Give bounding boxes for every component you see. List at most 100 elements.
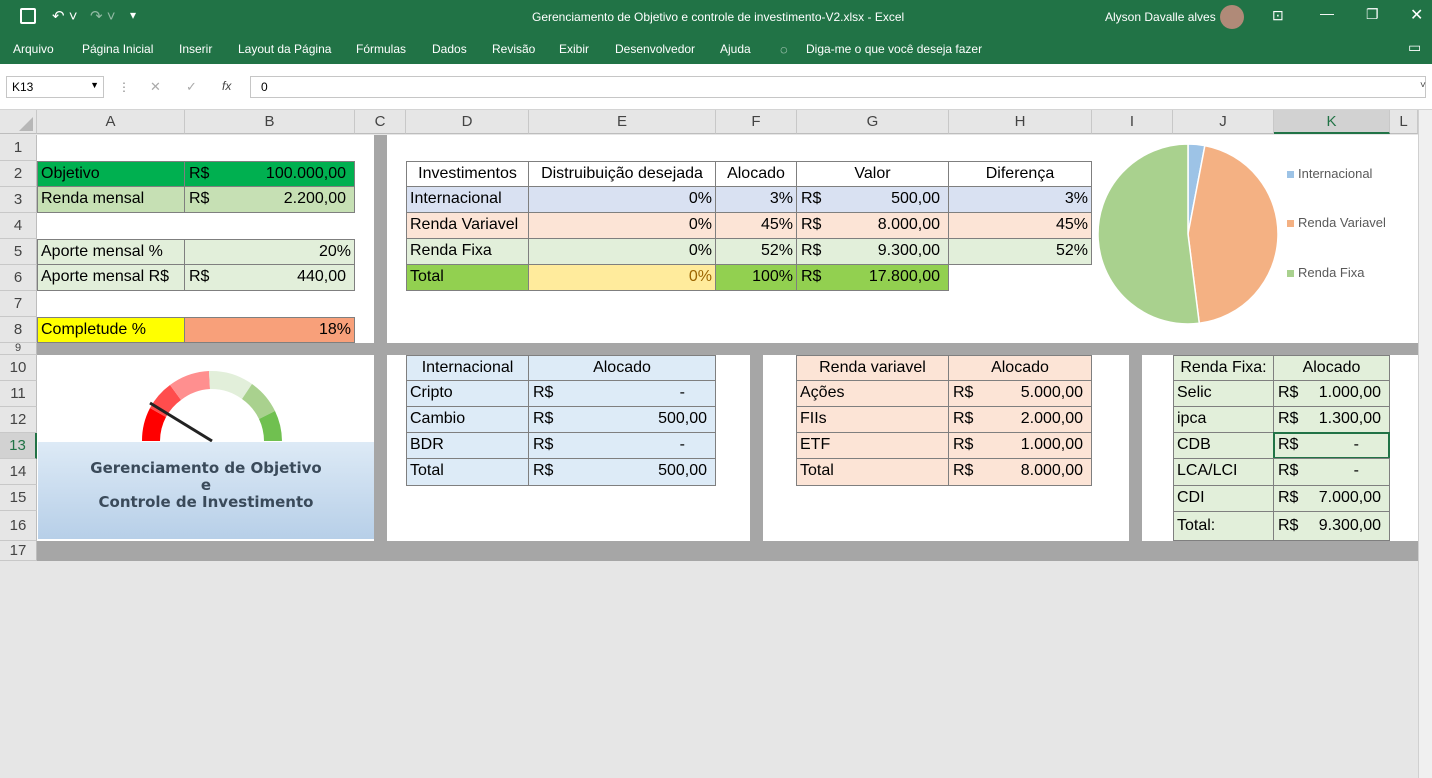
rf-row-value[interactable]: R$ 1.000,00: [1273, 380, 1390, 407]
objetivo-label[interactable]: Objetivo: [37, 161, 185, 187]
expand-formula-icon[interactable]: ˅: [1420, 80, 1426, 91]
redo-icon[interactable]: ↷ ˅: [90, 7, 116, 25]
rv-header-1[interactable]: Renda variavel: [796, 355, 949, 381]
formula-input[interactable]: 0: [250, 76, 1426, 98]
aporte-pct-value[interactable]: 20%: [184, 239, 355, 265]
column-header[interactable]: B: [185, 110, 355, 134]
row-header[interactable]: 10: [0, 355, 37, 381]
main-row-name[interactable]: Renda Variavel: [406, 212, 529, 239]
select-all-corner[interactable]: [0, 110, 37, 134]
renda-value[interactable]: R$ 2.200,00: [184, 186, 355, 213]
completude-label[interactable]: Completude %: [37, 317, 185, 343]
rf-row-value-selected[interactable]: R$ -: [1273, 432, 1390, 459]
rf-row-value[interactable]: R$ -: [1273, 458, 1390, 486]
renda-label[interactable]: Renda mensal: [37, 186, 185, 213]
row-header[interactable]: 15: [0, 485, 37, 511]
intl-total-value[interactable]: R$ 500,00: [528, 458, 716, 486]
column-header[interactable]: I: [1092, 110, 1173, 134]
tab-desenvolvedor[interactable]: Desenvolvedor: [615, 42, 695, 56]
vertical-scrollbar[interactable]: [1418, 110, 1432, 778]
column-header[interactable]: F: [716, 110, 797, 134]
row-header-selected[interactable]: 13: [0, 433, 37, 459]
pie-chart[interactable]: Internacional Renda Variavel Renda Fixa: [1093, 138, 1390, 334]
main-row-dif[interactable]: 45%: [948, 212, 1092, 239]
main-row-aloc[interactable]: 45%: [715, 212, 797, 239]
tab-dados[interactable]: Dados: [432, 42, 467, 56]
main-header-valor[interactable]: Valor: [796, 161, 949, 187]
main-row-aloc[interactable]: 3%: [715, 186, 797, 213]
rv-total-name[interactable]: Total: [796, 458, 949, 486]
tab-layout[interactable]: Layout da Página: [238, 42, 331, 56]
intl-row-value[interactable]: R$ -: [528, 380, 716, 407]
rf-header-1[interactable]: Renda Fixa:: [1173, 355, 1274, 381]
row-header[interactable]: 11: [0, 381, 37, 407]
rv-row-value[interactable]: R$ 5.000,00: [948, 380, 1092, 407]
main-row-valor[interactable]: R$ 8.000,00: [796, 212, 949, 239]
main-total-valor[interactable]: R$ 17.800,00: [796, 264, 949, 291]
customize-qat-icon[interactable]: ▾: [130, 8, 136, 22]
pie-slice-renda-fixa[interactable]: [1097, 143, 1201, 325]
tab-formulas[interactable]: Fórmulas: [356, 42, 406, 56]
row-header[interactable]: 3: [0, 187, 37, 213]
column-header[interactable]: D: [406, 110, 529, 134]
rf-row-name[interactable]: LCA/LCI: [1173, 458, 1274, 486]
row-header[interactable]: 5: [0, 239, 37, 265]
rf-row-value[interactable]: R$ 1.300,00: [1273, 406, 1390, 433]
intl-header-2[interactable]: Alocado: [528, 355, 716, 381]
row-header[interactable]: 14: [0, 459, 37, 485]
row-header[interactable]: 17: [0, 541, 37, 561]
minimize-icon[interactable]: —: [1320, 5, 1334, 21]
row-header[interactable]: 4: [0, 213, 37, 239]
rf-row-name[interactable]: Selic: [1173, 380, 1274, 407]
save-icon[interactable]: [20, 8, 36, 24]
rf-row-name[interactable]: CDB: [1173, 432, 1274, 459]
main-header-diferenca[interactable]: Diferença: [948, 161, 1092, 187]
row-header[interactable]: 12: [0, 407, 37, 433]
tab-arquivo[interactable]: Arquivo: [13, 42, 54, 56]
intl-row-name[interactable]: Cripto: [406, 380, 529, 407]
rv-row-name[interactable]: ETF: [796, 432, 949, 459]
comments-icon[interactable]: ▭: [1408, 39, 1421, 56]
main-row-dist[interactable]: 0%: [528, 238, 716, 265]
main-row-dif[interactable]: 3%: [948, 186, 1092, 213]
row-header[interactable]: 2: [0, 161, 37, 187]
main-row-name[interactable]: Renda Fixa: [406, 238, 529, 265]
ribbon-display-icon[interactable]: ⊡: [1272, 7, 1284, 24]
completude-value[interactable]: 18%: [184, 317, 355, 343]
column-header[interactable]: A: [37, 110, 185, 134]
tab-ajuda[interactable]: Ajuda: [720, 42, 751, 56]
objetivo-value[interactable]: R$ 100.000,00: [184, 161, 355, 187]
column-header[interactable]: E: [529, 110, 716, 134]
main-header-distribuicao[interactable]: Distruibuição desejada: [528, 161, 716, 187]
rf-row-value[interactable]: R$ 7.000,00: [1273, 485, 1390, 512]
rf-total-name[interactable]: Total:: [1173, 511, 1274, 541]
undo-icon[interactable]: ↶ ˅: [52, 7, 78, 25]
intl-row-name[interactable]: Cambio: [406, 406, 529, 433]
row-header[interactable]: 7: [0, 291, 37, 317]
column-header-selected[interactable]: K: [1274, 110, 1390, 134]
tell-me-box[interactable]: Diga-me o que você deseja fazer: [806, 42, 982, 56]
row-header[interactable]: 6: [0, 265, 37, 291]
main-header-investimentos[interactable]: Investimentos: [406, 161, 529, 187]
cancel-icon[interactable]: ✕: [150, 79, 161, 95]
rv-row-value[interactable]: R$ 1.000,00: [948, 432, 1092, 459]
intl-header-1[interactable]: Internacional: [406, 355, 529, 381]
column-header[interactable]: G: [797, 110, 949, 134]
restore-icon[interactable]: ❐: [1366, 6, 1379, 23]
intl-total-name[interactable]: Total: [406, 458, 529, 486]
row-header[interactable]: 16: [0, 511, 37, 541]
main-row-valor[interactable]: R$ 500,00: [796, 186, 949, 213]
column-header[interactable]: L: [1390, 110, 1418, 134]
main-row-dist[interactable]: 0%: [528, 186, 716, 213]
enter-icon[interactable]: ✓: [186, 79, 197, 95]
tab-revisao[interactable]: Revisão: [492, 42, 535, 56]
rf-header-2[interactable]: Alocado: [1273, 355, 1390, 381]
avatar[interactable]: [1220, 5, 1244, 29]
rf-row-name[interactable]: CDI: [1173, 485, 1274, 512]
aporte-pct-label[interactable]: Aporte mensal %: [37, 239, 185, 265]
row-header[interactable]: 1: [0, 135, 37, 161]
main-total-aloc[interactable]: 100%: [715, 264, 797, 291]
user-name[interactable]: Alyson Davalle alves: [1105, 10, 1216, 24]
tab-inserir[interactable]: Inserir: [179, 42, 212, 56]
intl-row-value[interactable]: R$ 500,00: [528, 406, 716, 433]
